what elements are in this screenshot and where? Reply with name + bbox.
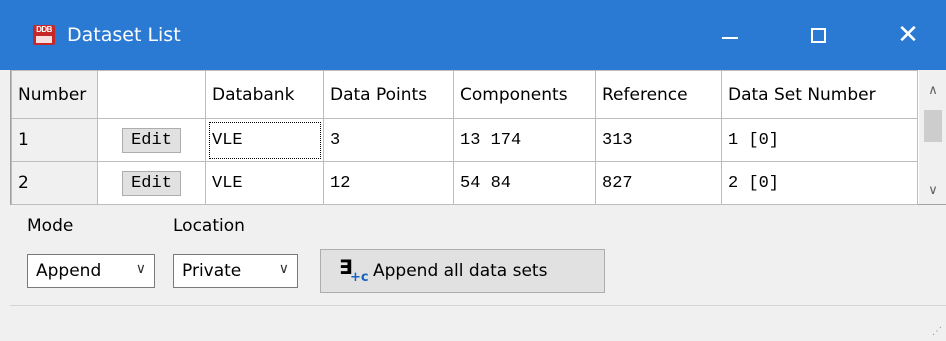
components-cell[interactable]: 54 84 xyxy=(453,161,596,205)
edit-button[interactable]: Edit xyxy=(122,127,181,153)
column-header-components[interactable]: Components xyxy=(453,70,596,119)
chevron-down-icon: ∨ xyxy=(278,261,289,277)
column-header-edit[interactable] xyxy=(97,70,206,119)
mode-label: Mode xyxy=(27,216,74,236)
location-select-value: Private xyxy=(182,261,242,281)
scroll-thumb[interactable] xyxy=(924,110,942,142)
row-number-cell[interactable]: 1 xyxy=(11,118,98,162)
window-title: Dataset List xyxy=(67,24,181,46)
append-button-label: Append all data sets xyxy=(373,261,548,281)
table-row[interactable]: 1 Edit VLE 3 13 174 313 1 [0] xyxy=(11,118,918,162)
components-cell[interactable]: 13 174 xyxy=(453,118,596,162)
table-header-row: Number Databank Data Points Components R… xyxy=(11,70,918,119)
location-select[interactable]: Private ∨ xyxy=(173,254,298,288)
column-header-reference[interactable]: Reference xyxy=(595,70,722,119)
maximize-button[interactable] xyxy=(788,0,848,70)
edit-cell: Edit xyxy=(97,161,206,205)
table-row[interactable]: 2 Edit VLE 12 54 84 827 2 [0] xyxy=(11,161,918,205)
databank-cell[interactable]: VLE xyxy=(205,161,324,205)
resize-grip-icon[interactable]: ⋰ xyxy=(932,326,942,337)
append-all-data-sets-button[interactable]: ∃ +c Append all data sets xyxy=(320,249,605,293)
column-header-data-set-number[interactable]: Data Set Number xyxy=(721,70,918,119)
mode-select[interactable]: Append ∨ xyxy=(27,254,155,288)
append-icon: ∃ +c xyxy=(339,255,369,285)
data-set-number-cell[interactable]: 1 [0] xyxy=(721,118,918,162)
data-points-cell[interactable]: 3 xyxy=(323,118,454,162)
maximize-icon xyxy=(810,27,826,43)
edit-cell: Edit xyxy=(97,118,206,162)
minimize-icon xyxy=(722,37,738,39)
mode-select-value: Append xyxy=(36,261,102,281)
scroll-down-icon[interactable]: ∨ xyxy=(919,176,946,204)
close-icon: ✕ xyxy=(897,20,919,50)
dataset-list-window: DDB Dataset List ✕ Number Databank Data … xyxy=(0,0,946,340)
dataset-grid[interactable]: Number Databank Data Points Components R… xyxy=(10,70,946,205)
chevron-down-icon: ∨ xyxy=(135,261,146,277)
reference-cell[interactable]: 827 xyxy=(595,161,722,205)
column-header-number[interactable]: Number xyxy=(11,70,98,119)
dataset-table: Number Databank Data Points Components R… xyxy=(11,70,918,205)
reference-cell[interactable]: 313 xyxy=(595,118,722,162)
edit-button[interactable]: Edit xyxy=(122,170,181,196)
column-header-databank[interactable]: Databank xyxy=(205,70,324,119)
scroll-up-icon[interactable]: ∧ xyxy=(919,76,946,104)
minimize-button[interactable] xyxy=(700,0,760,70)
title-bar[interactable]: DDB Dataset List ✕ xyxy=(0,0,946,70)
vertical-scrollbar[interactable]: ∧ ∨ xyxy=(919,70,946,204)
databank-cell[interactable]: VLE xyxy=(205,118,324,162)
status-bar: ⋰ xyxy=(10,305,946,341)
close-button[interactable]: ✕ xyxy=(878,0,938,70)
location-label: Location xyxy=(173,216,245,236)
data-set-number-cell[interactable]: 2 [0] xyxy=(721,161,918,205)
row-number-cell[interactable]: 2 xyxy=(11,161,98,205)
data-points-cell[interactable]: 12 xyxy=(323,161,454,205)
app-icon: DDB xyxy=(33,25,55,45)
column-header-data-points[interactable]: Data Points xyxy=(323,70,454,119)
app-icon-text: DDB xyxy=(36,25,52,34)
